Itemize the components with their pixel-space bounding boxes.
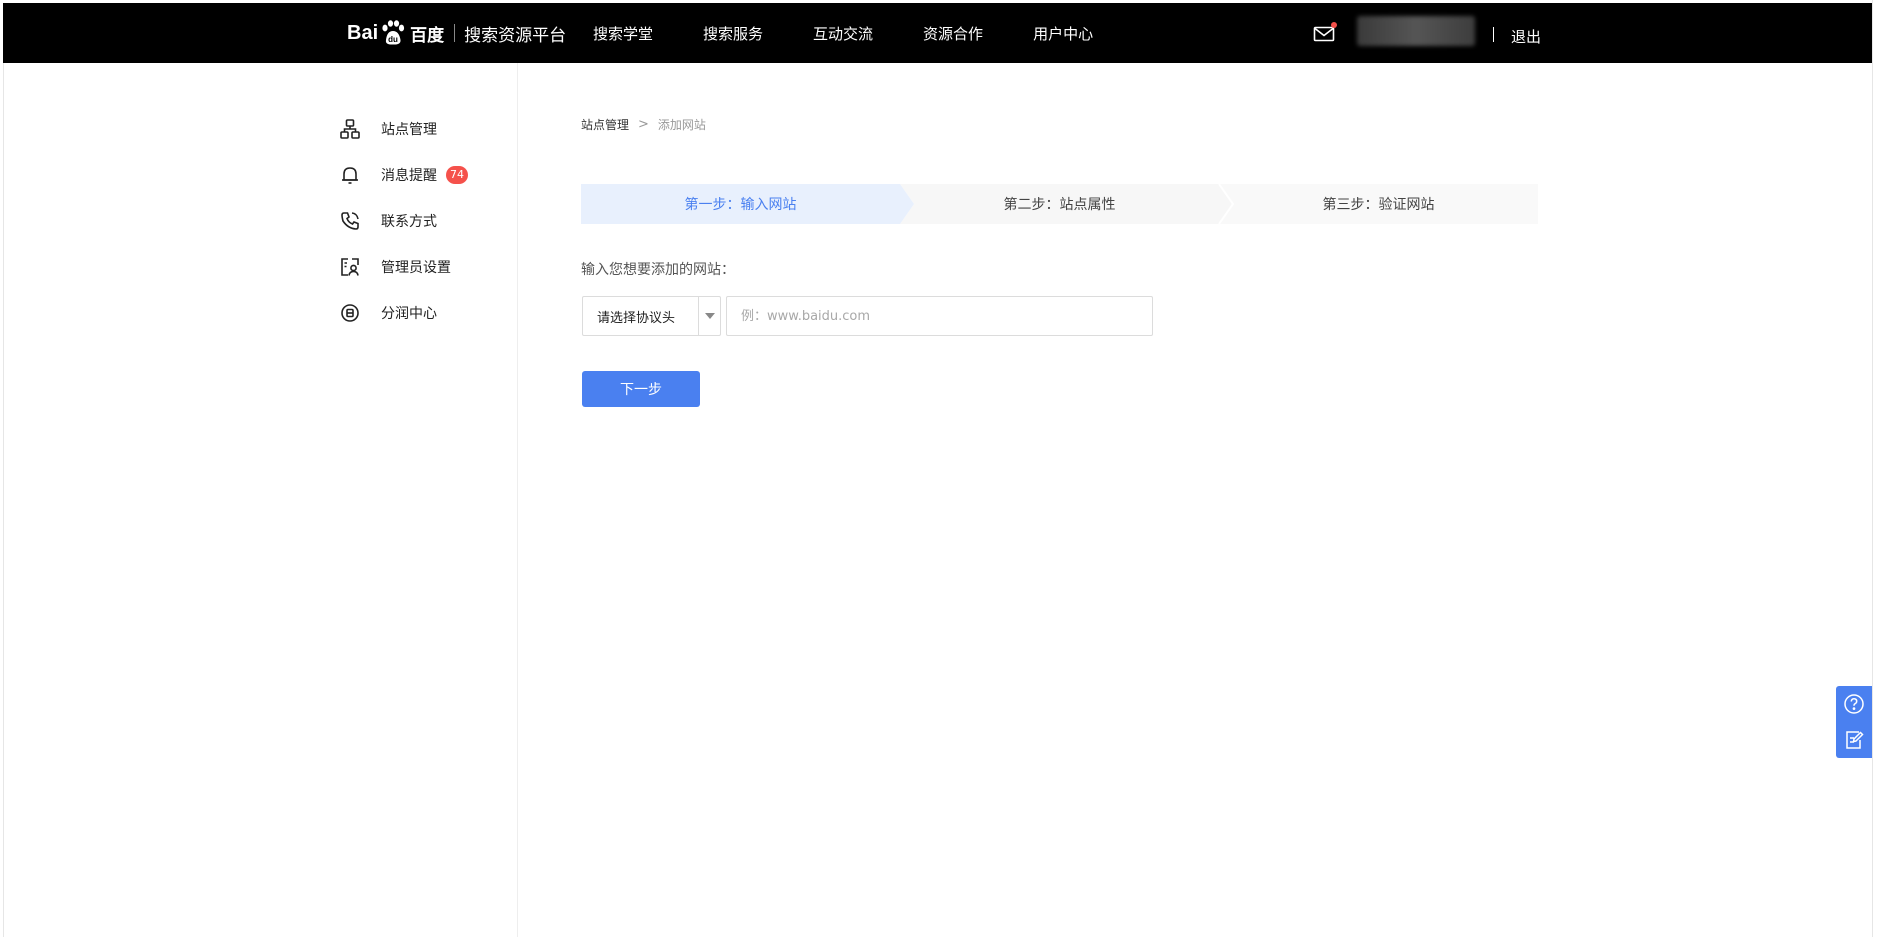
feedback-edit-icon[interactable]: [1836, 722, 1872, 758]
logo-text-du: 百度: [410, 25, 445, 46]
sidebar-item-label: 消息提醒: [381, 168, 437, 184]
breadcrumb-current: 添加网站: [657, 118, 706, 132]
next-step-button[interactable]: 下一步: [582, 371, 700, 407]
step-indicator: 第一步：输入网站 第二步：站点属性 第三步：验证网站: [581, 184, 1538, 224]
add-site-prompt: 输入您想要添加的网站：: [581, 262, 735, 278]
sitemap-icon: [338, 117, 362, 141]
protocol-select-value: 请选择协议头: [597, 310, 676, 326]
svg-text:du: du: [388, 35, 398, 44]
frame-border-left: [3, 63, 4, 937]
top-navigation-bar: Bai du 百度 搜索资源平台 搜索学堂 搜索服务 互动交流 资源合作 用户中…: [3, 3, 1872, 63]
frame-border-right: [1872, 0, 1873, 937]
bell-icon: [338, 163, 362, 187]
phone-icon: [338, 209, 362, 233]
nav-item-search-services[interactable]: 搜索服务: [703, 23, 763, 44]
logout-link[interactable]: 退出: [1511, 26, 1541, 47]
breadcrumb-parent[interactable]: 站点管理: [581, 116, 629, 133]
sidebar-item-revenue-center[interactable]: 分润中心: [338, 290, 468, 336]
sidebar-item-label: 联系方式: [381, 214, 437, 230]
sidebar-item-site-management[interactable]: 站点管理: [338, 106, 468, 152]
nav-item-user-center[interactable]: 用户中心: [1033, 23, 1093, 44]
sidebar: 站点管理 消息提醒 74 联系方式 管理员设置 分润中心: [338, 106, 468, 336]
floating-toolbar: [1836, 686, 1872, 758]
logo-divider: [454, 24, 456, 42]
nav-item-search-school[interactable]: 搜索学堂: [593, 23, 653, 44]
step-3-verify-site: 第三步：验证网站: [1322, 197, 1435, 213]
notification-count-badge: 74: [446, 166, 468, 184]
paw-icon: du: [382, 20, 405, 45]
step-1-enter-site: 第一步：输入网站: [684, 197, 797, 213]
help-icon[interactable]: [1836, 686, 1872, 722]
sidebar-item-label: 分润中心: [381, 306, 437, 322]
baidu-logo[interactable]: Bai du 百度 搜索资源平台: [347, 19, 566, 47]
nav-item-interaction[interactable]: 互动交流: [813, 23, 873, 44]
logo-text-bai: Bai: [347, 21, 379, 44]
sidebar-item-admin-settings[interactable]: 管理员设置: [338, 244, 468, 290]
platform-name: 搜索资源平台: [464, 25, 567, 46]
sidebar-item-label: 站点管理: [381, 122, 437, 138]
site-url-input[interactable]: [726, 296, 1153, 336]
chevron-down-icon[interactable]: [698, 297, 720, 335]
sidebar-item-label: 管理员设置: [381, 260, 451, 276]
nav-item-resource-cooperation[interactable]: 资源合作: [923, 23, 983, 44]
sidebar-item-contact[interactable]: 联系方式: [338, 198, 468, 244]
protocol-select[interactable]: 请选择协议头: [582, 296, 721, 336]
header-divider: [1493, 27, 1494, 42]
coin-icon: [338, 301, 362, 325]
sidebar-divider: [517, 63, 518, 937]
mail-icon[interactable]: [1313, 22, 1337, 43]
main-nav: 搜索学堂 搜索服务 互动交流 资源合作 用户中心: [593, 3, 1143, 63]
user-account-redacted[interactable]: [1357, 16, 1475, 46]
step-2-site-attributes: 第二步：站点属性: [1003, 197, 1116, 213]
unread-dot: [1331, 22, 1337, 28]
breadcrumb: 站点管理 > 添加网站: [581, 116, 706, 133]
sidebar-item-notifications[interactable]: 消息提醒 74: [338, 152, 468, 198]
breadcrumb-separator: >: [638, 117, 649, 132]
admin-card-icon: [338, 255, 362, 279]
